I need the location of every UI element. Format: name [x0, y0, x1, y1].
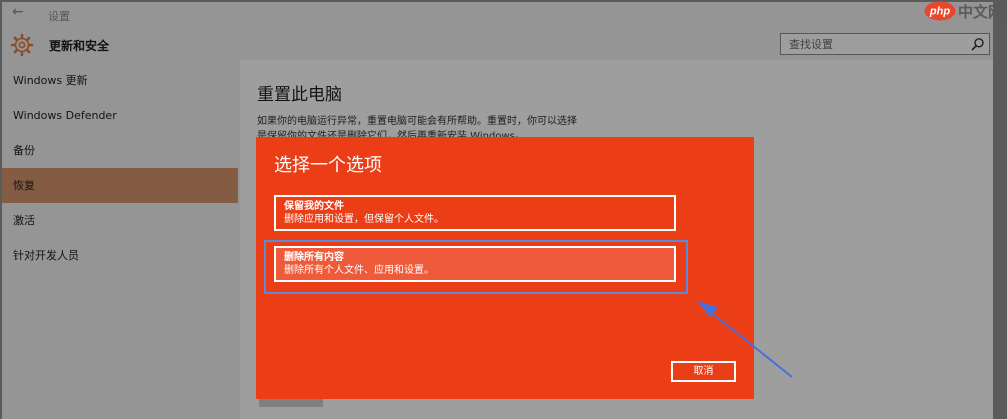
annotation-arrow [697, 301, 793, 378]
watermark-text: 中文网 [958, 3, 1004, 21]
php-logo: php [924, 1, 956, 21]
watermark-brand: php [929, 6, 950, 18]
